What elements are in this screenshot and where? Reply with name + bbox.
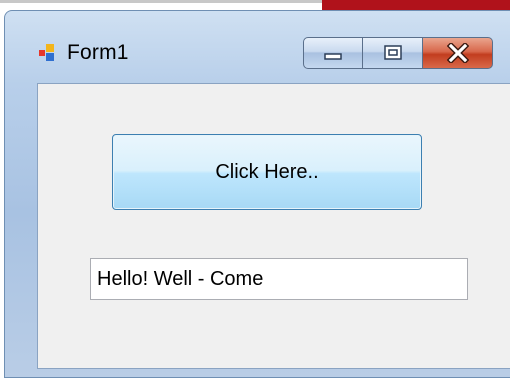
close-button[interactable]: [423, 37, 493, 69]
maximize-icon: [383, 45, 402, 60]
maximize-button[interactable]: [363, 37, 423, 69]
form-client-area: Click Here..: [37, 83, 510, 369]
background-edge: [0, 0, 322, 3]
message-textbox[interactable]: [90, 258, 468, 300]
minimize-button[interactable]: [303, 37, 363, 69]
close-icon: [446, 43, 469, 63]
minimize-icon: [324, 53, 342, 60]
app-icon: [39, 44, 57, 62]
window-title: Form1: [67, 41, 129, 64]
click-here-button[interactable]: Click Here..: [112, 134, 422, 210]
form1-window: Form1 Click Here..: [4, 10, 510, 378]
title-bar[interactable]: Form1: [5, 11, 510, 83]
